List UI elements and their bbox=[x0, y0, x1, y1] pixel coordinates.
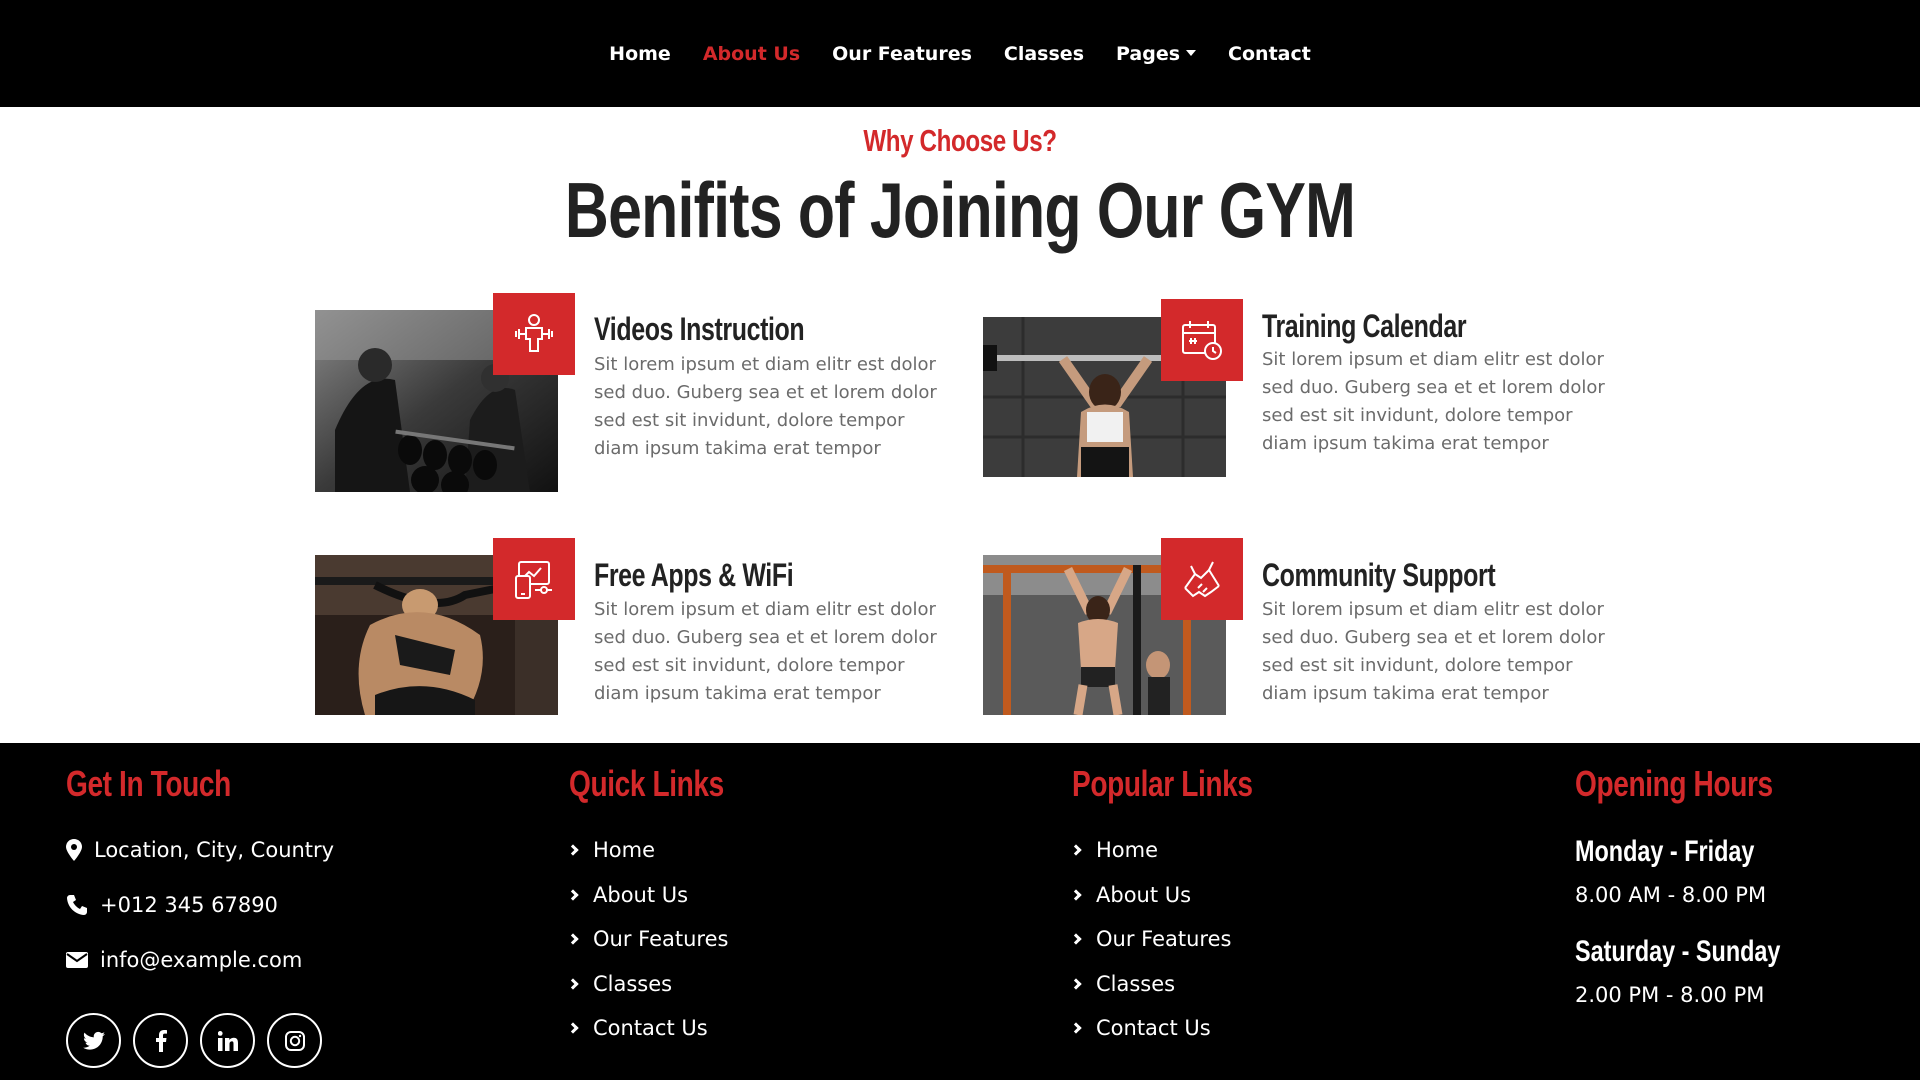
card-title: Training Calendar bbox=[1262, 308, 1467, 344]
social-links bbox=[66, 1013, 322, 1068]
chevron-right-icon bbox=[567, 1022, 579, 1034]
facebook-icon bbox=[155, 1029, 167, 1052]
contact-location: Location, City, Country bbox=[66, 838, 334, 862]
contact-location-text: Location, City, Country bbox=[94, 838, 335, 862]
footer-link-home[interactable]: Home bbox=[1070, 838, 1159, 862]
footer-link-our-features[interactable]: Our Features bbox=[567, 927, 729, 951]
link-label: Classes bbox=[593, 972, 673, 996]
contact-phone-text: +012 345 67890 bbox=[100, 893, 278, 917]
nav-label: Our Features bbox=[832, 42, 972, 65]
nav-label: Classes bbox=[1003, 42, 1084, 65]
footer-link-classes[interactable]: Classes bbox=[1070, 972, 1176, 996]
mobile-app-icon-badge bbox=[493, 538, 575, 620]
chevron-right-icon bbox=[1070, 978, 1082, 990]
footer-link-about-us[interactable]: About Us bbox=[567, 883, 689, 907]
weekday-label: Monday - Friday bbox=[1575, 835, 1755, 868]
chevron-right-icon bbox=[1070, 1022, 1082, 1034]
instagram-button[interactable] bbox=[267, 1013, 322, 1068]
handshake-icon-badge bbox=[1161, 538, 1243, 620]
caret-down-icon bbox=[1186, 49, 1197, 56]
footer-link-classes[interactable]: Classes bbox=[567, 972, 673, 996]
chevron-right-icon bbox=[1070, 889, 1082, 901]
top-navbar: Home About Us Our Features Classes Pages… bbox=[0, 0, 1920, 107]
footer-contact-column: Get In Touch Location, City, Country +01… bbox=[66, 743, 486, 1080]
footer-opening-hours-column: Opening Hours Monday - Friday 8.00 AM - … bbox=[1575, 743, 1895, 1080]
section-subtitle: Why Choose Us? bbox=[863, 123, 1057, 158]
footer-quick-links-column: Quick Links Home About Us Our Features C… bbox=[567, 743, 989, 1080]
contact-email-text: info@example.com bbox=[100, 948, 303, 972]
envelope-icon bbox=[66, 952, 88, 968]
chevron-right-icon bbox=[1070, 844, 1082, 856]
section-title: Benifits of Joining Our GYM bbox=[564, 166, 1356, 254]
weekday-hours: 8.00 AM - 8.00 PM bbox=[1575, 883, 1767, 907]
footer-heading: Get In Touch bbox=[66, 763, 231, 804]
footer-link-our-features[interactable]: Our Features bbox=[1070, 927, 1232, 951]
benefit-card-community-support: Community Support Sit lorem ipsum et dia… bbox=[983, 538, 1623, 728]
link-label: Home bbox=[1096, 838, 1159, 862]
nav-item-about-us[interactable]: About Us bbox=[687, 43, 816, 65]
nav-label: Pages bbox=[1116, 42, 1181, 65]
fitness-trainer-icon-badge bbox=[493, 293, 575, 375]
calendar-clock-icon-badge bbox=[1161, 299, 1243, 381]
footer-link-about-us[interactable]: About Us bbox=[1070, 883, 1192, 907]
weekend-label: Saturday - Sunday bbox=[1575, 935, 1781, 968]
contact-phone: +012 345 67890 bbox=[66, 893, 278, 917]
contact-email[interactable]: info@example.com bbox=[66, 948, 302, 972]
phone-icon bbox=[67, 895, 87, 915]
card-text: Sit lorem ipsum et diam elitr est dolor … bbox=[1262, 599, 1605, 704]
calendar-clock-icon bbox=[1182, 321, 1222, 360]
card-title: Videos Instruction bbox=[594, 311, 805, 347]
instagram-icon bbox=[284, 1030, 305, 1051]
footer-heading: Opening Hours bbox=[1575, 763, 1773, 804]
chevron-right-icon bbox=[567, 933, 579, 945]
link-label: About Us bbox=[1096, 883, 1192, 907]
link-label: Home bbox=[593, 838, 656, 862]
footer-link-home[interactable]: Home bbox=[567, 838, 656, 862]
footer-heading: Popular Links bbox=[1072, 763, 1253, 804]
footer-popular-links-column: Popular Links Home About Us Our Features… bbox=[1070, 743, 1492, 1080]
link-label: Contact Us bbox=[593, 1016, 708, 1040]
map-pin-icon bbox=[66, 839, 82, 861]
fitness-trainer-icon bbox=[515, 314, 553, 352]
mobile-app-icon bbox=[515, 561, 552, 599]
chevron-right-icon bbox=[567, 844, 579, 856]
footer-heading: Quick Links bbox=[569, 763, 724, 804]
benefits-section: Why Choose Us? Benifits of Joining Our G… bbox=[0, 107, 1920, 743]
benefit-card-training-calendar: Training Calendar Sit lorem ipsum et dia… bbox=[983, 299, 1623, 489]
chevron-right-icon bbox=[1070, 933, 1082, 945]
footer-link-contact-us[interactable]: Contact Us bbox=[567, 1016, 708, 1040]
card-text: Sit lorem ipsum et diam elitr est dolor … bbox=[594, 599, 937, 704]
handshake-icon bbox=[1184, 561, 1220, 598]
benefit-card-videos-instruction: Videos Instruction Sit lorem ipsum et di… bbox=[315, 293, 955, 492]
link-label: Our Features bbox=[1096, 927, 1232, 951]
nav-item-pages-dropdown[interactable]: Pages bbox=[1100, 43, 1212, 65]
nav-menu: Home About Us Our Features Classes Pages… bbox=[593, 43, 1327, 65]
facebook-button[interactable] bbox=[133, 1013, 188, 1068]
twitter-button[interactable] bbox=[66, 1013, 121, 1068]
nav-label: About Us bbox=[702, 42, 801, 65]
link-label: Classes bbox=[1096, 972, 1176, 996]
link-label: About Us bbox=[593, 883, 689, 907]
chevron-right-icon bbox=[567, 978, 579, 990]
card-title: Community Support bbox=[1262, 557, 1496, 593]
card-text: Sit lorem ipsum et diam elitr est dolor … bbox=[1262, 349, 1605, 454]
card-title: Free Apps & WiFi bbox=[594, 557, 794, 593]
link-label: Contact Us bbox=[1096, 1016, 1211, 1040]
link-label: Our Features bbox=[593, 927, 729, 951]
benefit-card-free-apps-wifi: Free Apps & WiFi Sit lorem ipsum et diam… bbox=[315, 538, 955, 728]
linkedin-icon bbox=[217, 1030, 238, 1051]
nav-item-contact[interactable]: Contact bbox=[1212, 43, 1327, 65]
nav-label: Home bbox=[609, 42, 671, 65]
nav-item-our-features[interactable]: Our Features bbox=[816, 43, 988, 65]
chevron-right-icon bbox=[567, 889, 579, 901]
card-text: Sit lorem ipsum et diam elitr est dolor … bbox=[594, 354, 937, 459]
footer-link-contact-us[interactable]: Contact Us bbox=[1070, 1016, 1211, 1040]
weekend-hours: 2.00 PM - 8.00 PM bbox=[1575, 983, 1765, 1007]
nav-label: Contact bbox=[1228, 42, 1311, 65]
site-footer: Get In Touch Location, City, Country +01… bbox=[0, 743, 1920, 1080]
twitter-icon bbox=[82, 1031, 105, 1050]
nav-item-classes[interactable]: Classes bbox=[988, 43, 1100, 65]
linkedin-button[interactable] bbox=[200, 1013, 255, 1068]
nav-item-home[interactable]: Home bbox=[593, 43, 687, 65]
